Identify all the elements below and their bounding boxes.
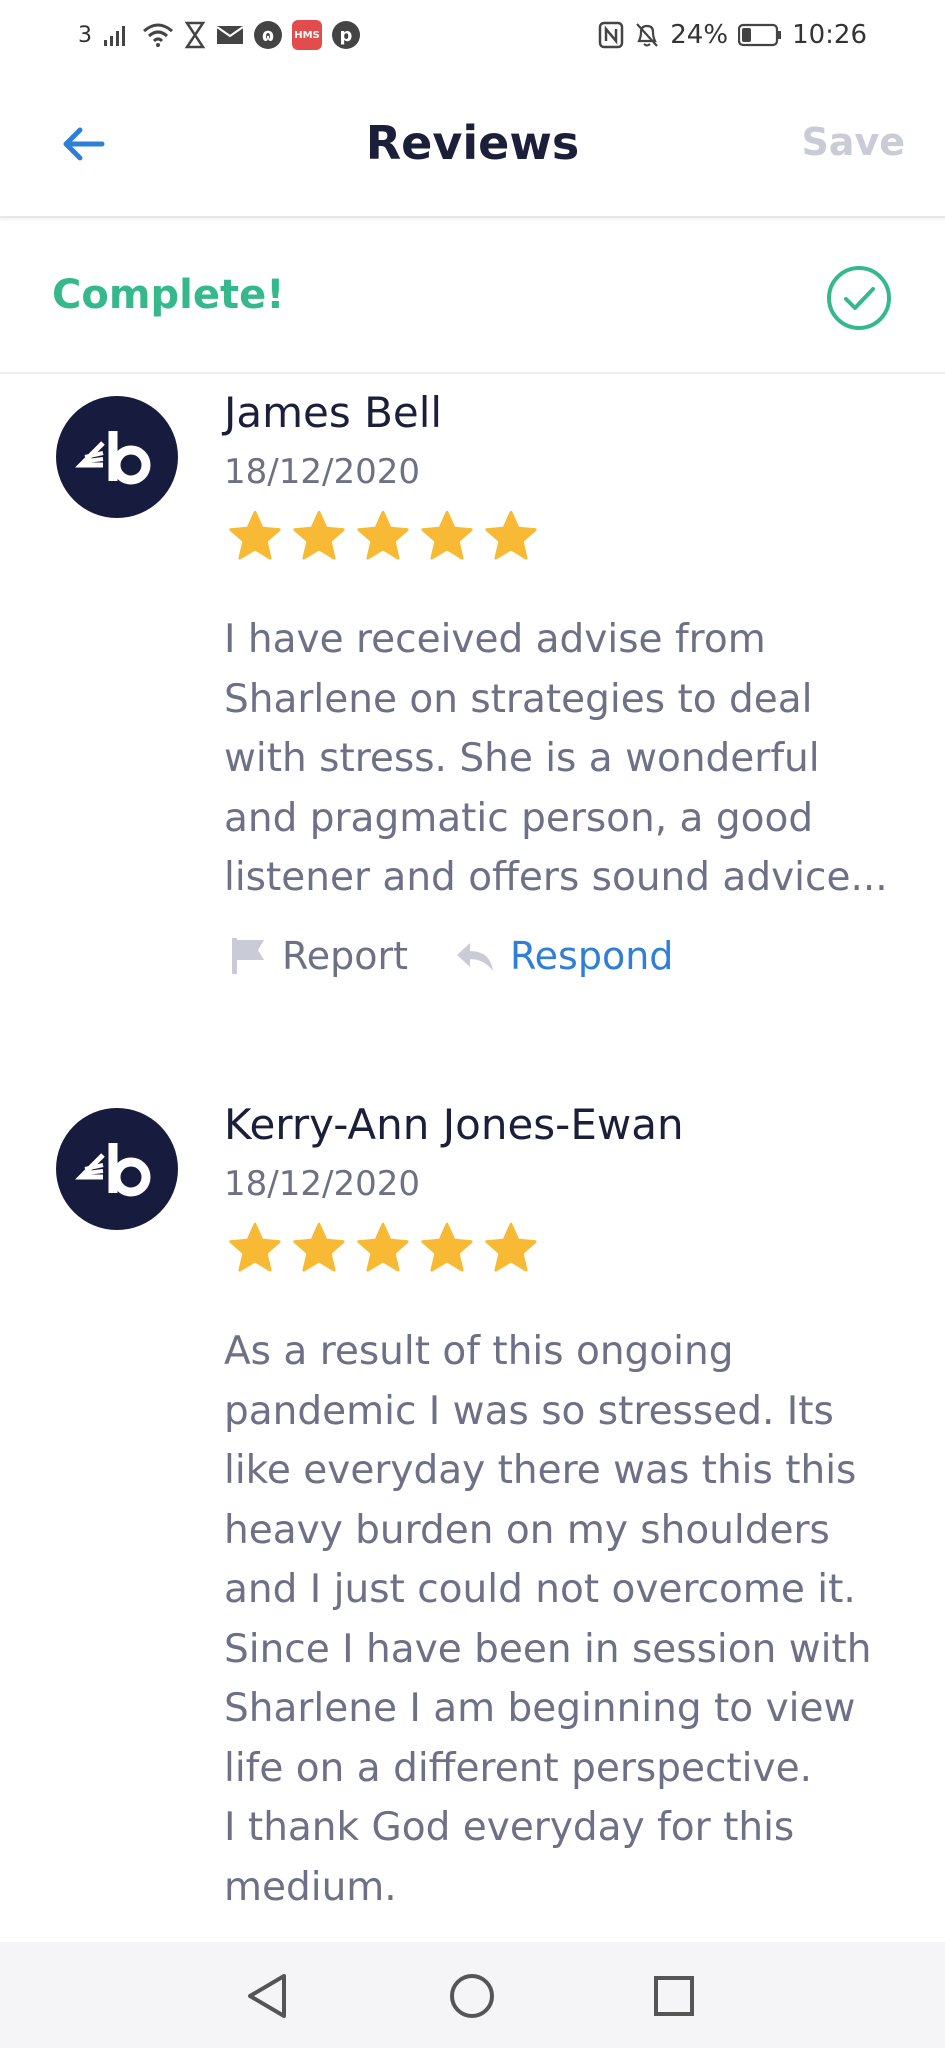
review-item: Kerry-Ann Jones-Ewan 18/12/2020 As a res…	[0, 1092, 945, 1942]
star-icon	[293, 1222, 345, 1272]
review-item: James Bell 18/12/2020 I have received ad…	[0, 380, 945, 980]
status-right: 24% 10:26	[598, 20, 867, 50]
star-icon	[421, 510, 473, 560]
reviewer-name: Kerry-Ann Jones-Ewan	[224, 1100, 684, 1149]
review-actions: Report Respond	[230, 934, 673, 978]
star-icon	[485, 1222, 537, 1272]
star-icon	[293, 510, 345, 560]
hourglass-icon	[184, 21, 206, 49]
mail-icon	[216, 24, 244, 46]
app-header: Reviews Save	[0, 72, 945, 218]
bell-off-icon	[634, 21, 660, 49]
reply-icon	[456, 943, 493, 971]
battery-icon	[738, 23, 782, 47]
recents-square-icon[interactable]	[646, 1968, 702, 2024]
hms-icon: HMS	[292, 20, 322, 50]
check-circle-icon	[827, 266, 891, 330]
report-button[interactable]: Report	[230, 934, 408, 978]
home-circle-icon[interactable]	[444, 1968, 500, 2024]
brand-logo-icon	[75, 431, 151, 485]
star-icon	[357, 1222, 409, 1272]
star-icon	[229, 510, 281, 560]
flag-icon	[232, 938, 264, 974]
save-button[interactable]: Save	[801, 120, 905, 164]
status-bar: 3 ɷ HMS p 24% 10:26	[0, 0, 945, 72]
complete-label: Complete!	[52, 272, 285, 318]
respond-button[interactable]: Respond	[454, 934, 673, 978]
pinterest-icon: p	[332, 21, 360, 49]
review-date: 18/12/2020	[224, 452, 420, 492]
star-rating	[226, 1220, 540, 1276]
star-icon	[485, 510, 537, 560]
review-date: 18/12/2020	[224, 1164, 420, 1204]
review-text: As a result of this ongoing pandemic I w…	[224, 1329, 872, 1910]
review-text: I have received advise from Sharlene on …	[224, 617, 888, 900]
back-triangle-icon[interactable]	[240, 1968, 296, 2024]
wifi-icon	[142, 22, 174, 48]
status-left: 3 ɷ HMS p	[78, 20, 360, 50]
brand-logo-icon	[75, 1143, 151, 1197]
reviewer-name: James Bell	[224, 388, 443, 437]
app-icon: ɷ	[254, 21, 282, 49]
star-icon	[229, 1222, 281, 1272]
avatar	[56, 1108, 178, 1230]
clock: 10:26	[792, 20, 867, 50]
star-rating	[226, 508, 540, 564]
carrier-label: 3	[78, 22, 92, 48]
star-icon	[357, 510, 409, 560]
nfc-icon	[598, 21, 624, 49]
avatar	[56, 396, 178, 518]
system-nav-bar	[0, 1942, 945, 2048]
report-label: Report	[282, 934, 408, 978]
status-row: Complete!	[0, 220, 945, 374]
signal-icon	[102, 22, 132, 48]
star-icon	[421, 1222, 473, 1272]
battery-percent: 24%	[670, 20, 729, 50]
respond-label: Respond	[509, 934, 674, 978]
